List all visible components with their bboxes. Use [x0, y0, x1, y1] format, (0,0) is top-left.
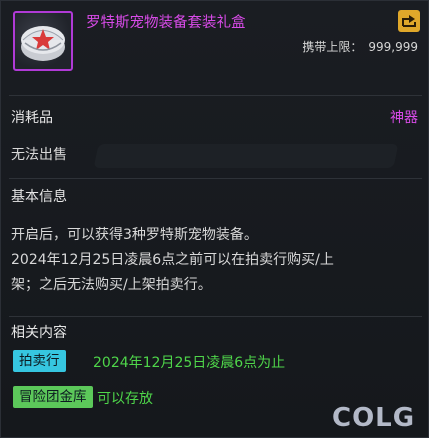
pet-gift-box-icon — [21, 26, 65, 61]
item-title: 罗特斯宠物装备套装礼盒 — [86, 15, 246, 31]
item-type-label: 消耗品 — [11, 110, 53, 126]
basic-info-heading: 基本信息 — [11, 189, 67, 205]
guild-bank-status: 可以存放 — [97, 391, 153, 407]
description-line: 2024年12月25日凌晨6点之前可以在拍卖行购买/上 — [11, 252, 334, 268]
divider — [9, 178, 422, 179]
description-line: 开启后，可以获得3种罗特斯宠物装备。 — [11, 227, 258, 243]
divider — [9, 316, 422, 317]
description-line: 架；之后无法购买/上架拍卖行。 — [11, 277, 212, 293]
share-arrow-icon[interactable] — [398, 10, 420, 32]
background-logo-watermark — [92, 136, 401, 176]
item-tooltip: 罗特斯宠物装备套装礼盒 携带上限： 999,999 消耗品 神器 无法出售 基本信… — [0, 0, 429, 438]
trade-status: 无法出售 — [11, 147, 67, 163]
item-icon — [13, 11, 73, 71]
related-heading: 相关内容 — [11, 325, 67, 341]
colg-watermark: COLG — [332, 403, 416, 433]
carry-limit-value: 999,999 — [368, 40, 418, 54]
auction-deadline: 2024年12月25日凌晨6点为止 — [93, 355, 286, 371]
auction-house-badge[interactable]: 拍卖行 — [13, 350, 66, 372]
guild-bank-badge[interactable]: 冒险团金库 — [13, 386, 93, 408]
carry-limit: 携带上限： 999,999 — [302, 38, 418, 55]
carry-limit-label: 携带上限： — [302, 40, 363, 54]
divider — [9, 95, 422, 96]
item-grade: 神器 — [390, 110, 418, 126]
